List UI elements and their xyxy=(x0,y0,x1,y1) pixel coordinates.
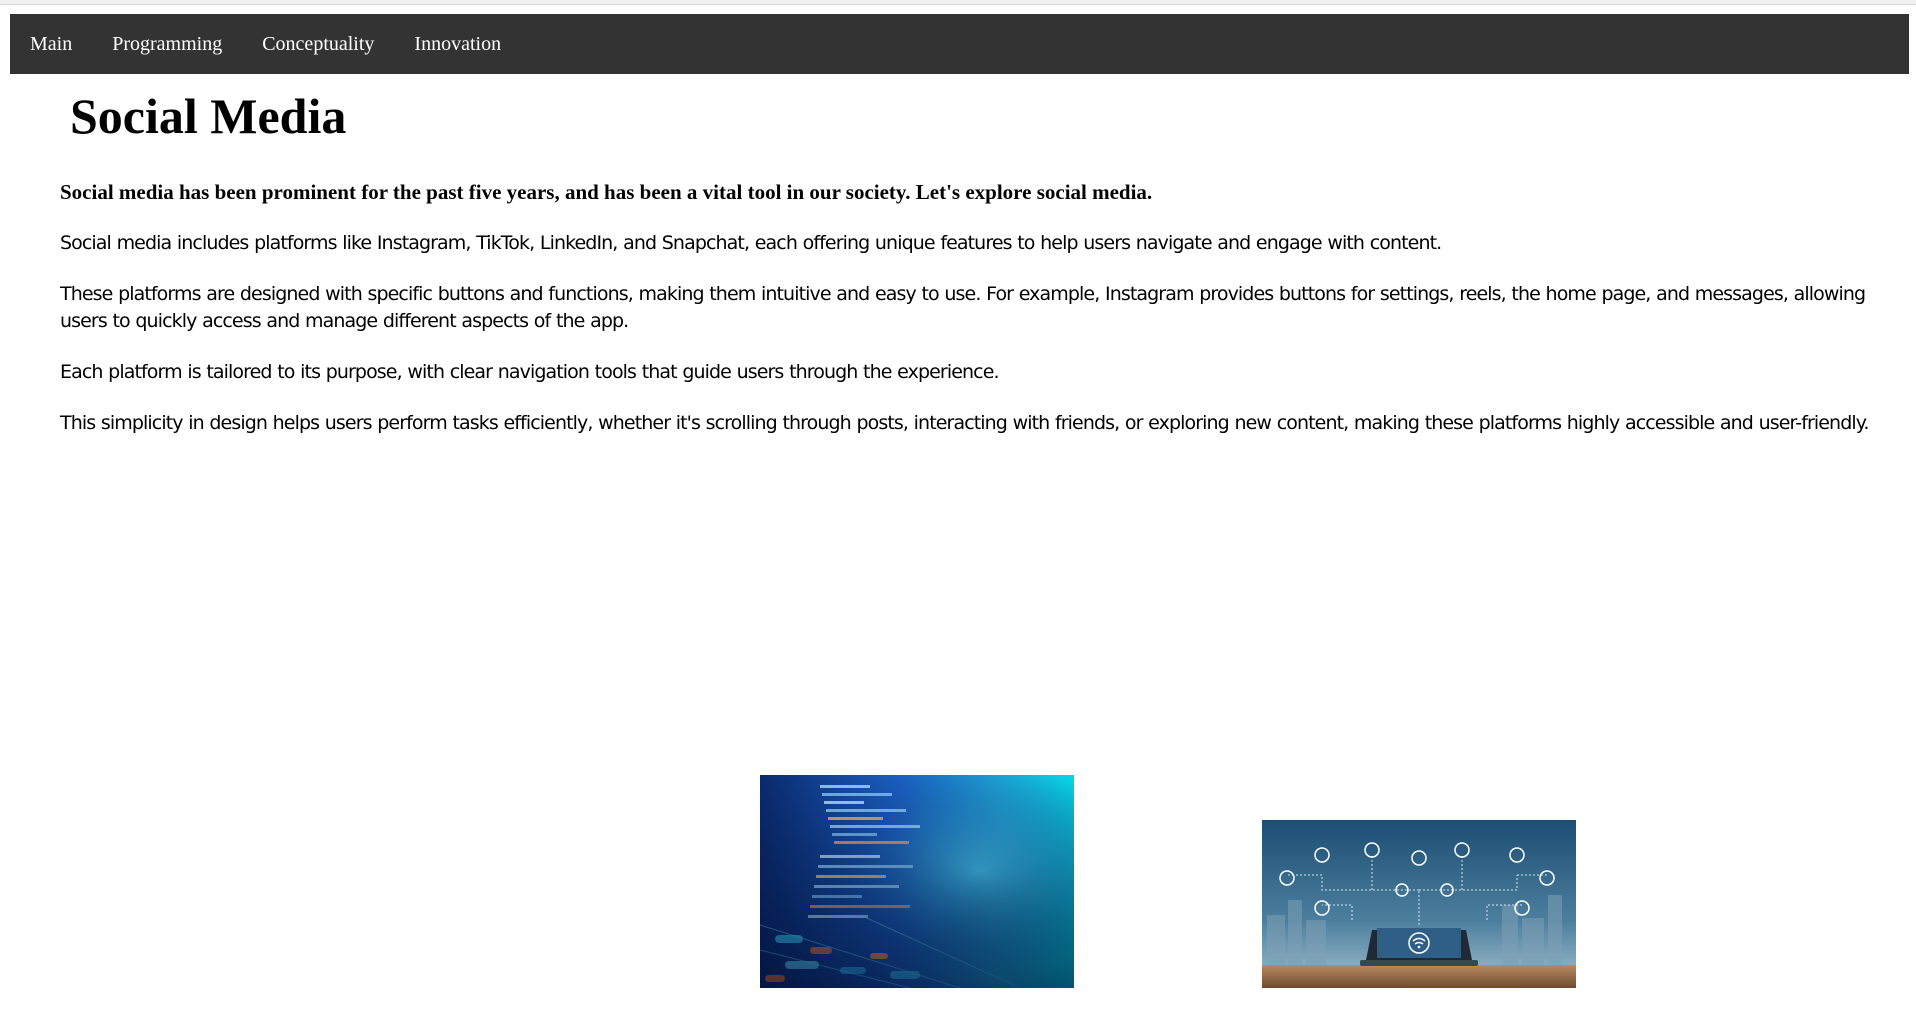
paragraph-navigation: Each platform is tailored to its purpose… xyxy=(60,361,1000,383)
article-content: Social media has been prominent for the … xyxy=(60,178,1905,461)
network-laptop-image xyxy=(1262,820,1576,988)
nav-link-innovation[interactable]: Innovation xyxy=(394,14,521,74)
paragraph-simplicity: This simplicity in design helps users pe… xyxy=(60,412,1869,434)
lead-paragraph: Social media has been prominent for the … xyxy=(60,180,1153,204)
paragraph-platforms: Social media includes platforms like Ins… xyxy=(60,232,1442,254)
page-title: Social Media xyxy=(70,88,347,144)
code-on-screen-image xyxy=(760,775,1074,988)
browser-top-strip xyxy=(0,0,1916,5)
paragraph-buttons: These platforms are designed with specif… xyxy=(60,283,1866,332)
top-navbar: Main Programming Conceptuality Innovatio… xyxy=(10,14,1909,74)
nav-link-conceptuality[interactable]: Conceptuality xyxy=(242,14,394,74)
nav-link-programming[interactable]: Programming xyxy=(92,14,242,74)
nav-link-main[interactable]: Main xyxy=(10,14,92,74)
